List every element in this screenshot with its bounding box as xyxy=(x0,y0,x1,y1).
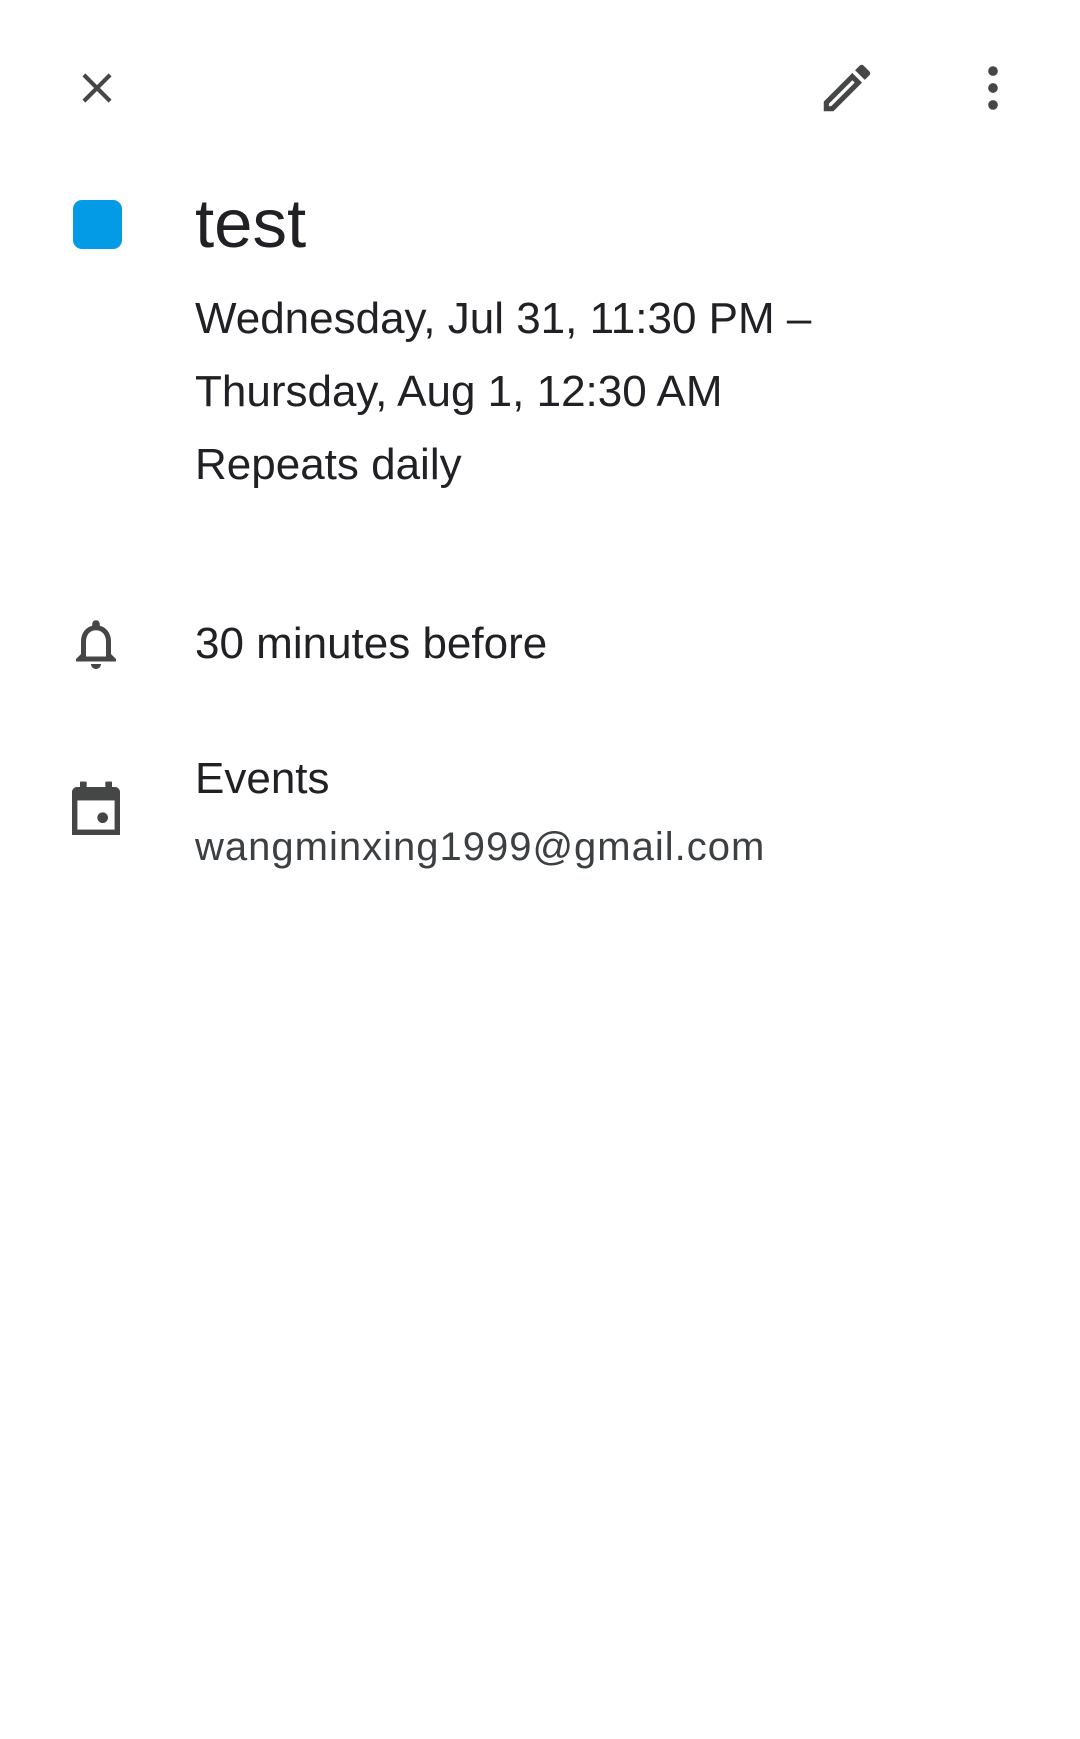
notification-text: 30 minutes before xyxy=(195,619,548,668)
calendar-account: wangminxing1999@gmail.com xyxy=(195,825,766,869)
event-start-time: Wednesday, Jul 31, 11:30 PM – xyxy=(195,294,812,343)
close-button[interactable] xyxy=(49,40,145,136)
close-icon xyxy=(82,73,112,103)
event-title: test xyxy=(195,185,307,262)
top-app-bar xyxy=(0,0,1080,180)
event-recurrence: Repeats daily xyxy=(195,440,462,489)
bell-icon xyxy=(60,608,132,680)
event-color-chip xyxy=(73,200,122,249)
event-end-time: Thursday, Aug 1, 12:30 AM xyxy=(195,367,723,416)
edit-button[interactable] xyxy=(799,40,895,136)
more-options-button[interactable] xyxy=(945,40,1041,136)
more-vertical-icon xyxy=(988,66,998,110)
notification-row[interactable]: 30 minutes before xyxy=(0,598,1080,698)
event-time-details: Wednesday, Jul 31, 11:30 PM – Thursday, … xyxy=(195,282,811,501)
calendar-row: Events wangminxing1999@gmail.com xyxy=(0,745,1080,885)
edit-pencil-icon xyxy=(823,64,871,112)
calendar-icon xyxy=(60,775,132,847)
calendar-name: Events xyxy=(195,754,330,803)
